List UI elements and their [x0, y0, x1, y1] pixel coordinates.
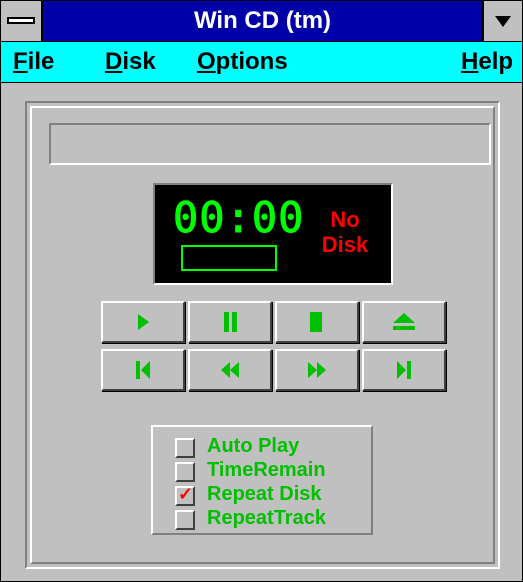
next-track-icon	[397, 361, 411, 379]
repeat-track-checkbox[interactable]	[175, 510, 195, 530]
option-label: RepeatTrack	[207, 507, 326, 529]
pause-button[interactable]	[188, 301, 272, 343]
fast-forward-icon	[308, 362, 326, 378]
menu-help[interactable]: Help	[461, 42, 513, 82]
menu-disk-accel: D	[105, 48, 123, 75]
menu-help-label: elp	[478, 48, 514, 75]
repeat-disk-checkbox[interactable]: ✓	[175, 484, 195, 506]
menu-options[interactable]: Options	[197, 42, 288, 82]
minimize-button[interactable]	[482, 1, 522, 41]
menu-disk-label: isk	[122, 48, 156, 75]
stop-button[interactable]	[275, 301, 359, 343]
system-menu-icon	[7, 17, 35, 24]
pause-icon	[224, 312, 237, 332]
play-icon	[138, 314, 149, 330]
menu-disk[interactable]: Disk	[105, 42, 156, 82]
track-readout	[181, 245, 277, 271]
time-remain-checkbox[interactable]	[175, 462, 195, 482]
previous-track-icon	[136, 361, 150, 379]
menu-file-accel: F	[13, 48, 28, 75]
rewind-button[interactable]	[188, 349, 272, 391]
title-bar[interactable]: Win CD (tm)	[1, 1, 522, 42]
check-icon: ✓	[178, 484, 194, 504]
eject-button[interactable]	[362, 301, 446, 343]
options-panel: Auto Play TimeRemain ✓ Repeat Disk Repea…	[151, 425, 373, 535]
system-menu-button[interactable]	[1, 1, 43, 41]
play-button[interactable]	[101, 301, 185, 343]
eject-icon	[393, 313, 415, 330]
menu-options-label: ptions	[215, 48, 288, 75]
disk-status-line2: Disk	[321, 232, 369, 257]
option-label: Repeat Disk	[207, 483, 322, 505]
menu-bar: File Disk Options Help	[1, 42, 522, 83]
stop-icon	[310, 312, 322, 332]
auto-play-checkbox[interactable]	[175, 438, 195, 458]
status-bar	[49, 123, 491, 165]
chevron-down-icon	[495, 16, 511, 27]
time-readout: 00:00	[172, 193, 305, 243]
rewind-icon	[221, 362, 239, 378]
app-window: Win CD (tm) File Disk Options Help 00:00…	[0, 0, 523, 582]
disk-status: No Disk	[305, 207, 385, 257]
disk-status-line1: No	[330, 207, 360, 232]
previous-track-button[interactable]	[101, 349, 185, 391]
menu-file-label: ile	[27, 48, 55, 75]
menu-help-accel: H	[461, 48, 479, 75]
fast-forward-button[interactable]	[275, 349, 359, 391]
lcd-display: 00:00 No Disk	[153, 183, 393, 285]
option-label: Auto Play	[207, 435, 300, 457]
menu-options-accel: O	[197, 48, 216, 75]
menu-file[interactable]: File	[13, 42, 54, 82]
window-title: Win CD (tm)	[193, 7, 332, 34]
next-track-button[interactable]	[362, 349, 446, 391]
option-label: TimeRemain	[207, 459, 326, 481]
